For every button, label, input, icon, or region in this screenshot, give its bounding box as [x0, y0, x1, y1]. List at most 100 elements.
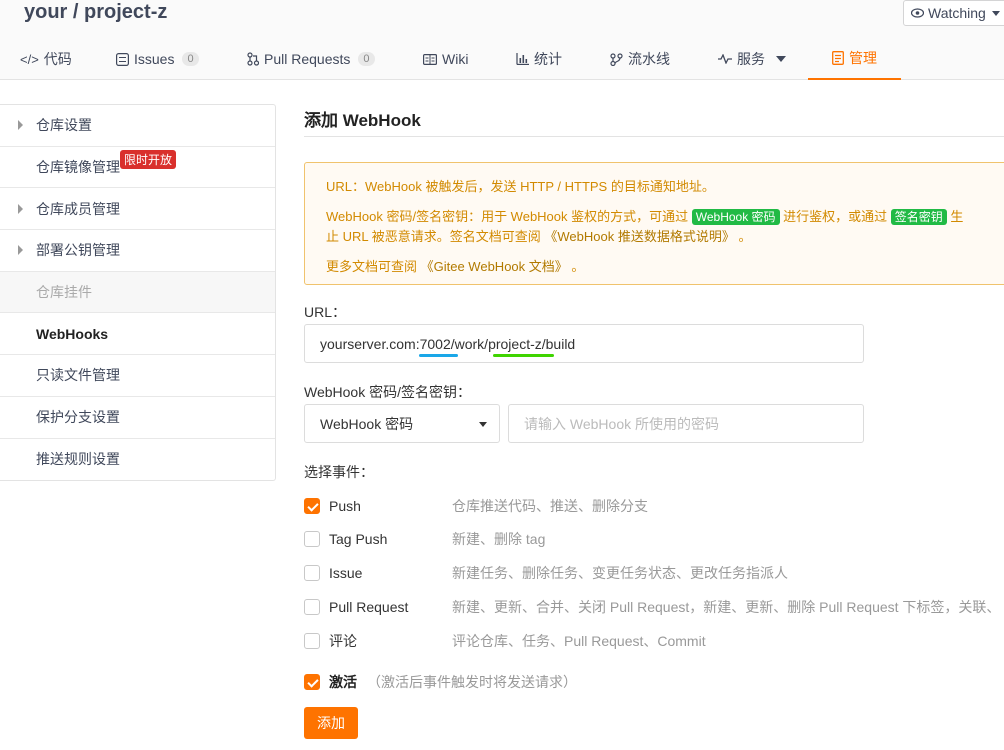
signature-tag: 签名密钥: [890, 209, 947, 225]
chevron-right-icon: [18, 120, 23, 131]
event-push[interactable]: Push 仓库推送代码、推送、删除分支: [304, 495, 1004, 517]
secret-label: WebHook 密码/签名密钥：: [304, 384, 471, 400]
event-desc: 新建、更新、合并、关闭 Pull Request，新建、更新、删除 Pull R…: [452, 599, 1001, 615]
project-annotation-underline: [493, 354, 554, 357]
notice-text: 进行鉴权，或通过: [779, 209, 891, 224]
chevron-down-icon: [479, 422, 487, 427]
tab-label: 统计: [534, 51, 562, 67]
tab-stats[interactable]: 统计: [516, 38, 562, 80]
tab-label: 流水线: [628, 51, 670, 67]
chevron-down-icon: [991, 10, 1000, 16]
sidebar-item-members[interactable]: 仓库成员管理: [0, 188, 275, 231]
notice-text: 更多文档可查阅: [326, 259, 421, 274]
repo-title[interactable]: your / project-z: [24, 1, 167, 24]
tab-label: Wiki: [442, 51, 469, 67]
event-name: 评论: [329, 633, 357, 649]
dropdown-caret-icon: [776, 56, 786, 62]
tab-services[interactable]: 服务: [718, 38, 786, 80]
sidebar-item-push-rules[interactable]: 推送规则设置: [0, 439, 275, 481]
chevron-right-icon: [18, 203, 23, 214]
notice-text: 。: [567, 259, 585, 274]
activate-row[interactable]: 激活 （激活后事件触发时将发送请求）: [304, 671, 1004, 693]
webhook-format-doc-link[interactable]: 《WebHook 推送数据格式说明》: [544, 229, 734, 244]
repo-tabs: </> 代码 Issues 0 Pull Requests 0 Wiki 统计 …: [0, 38, 1004, 80]
tab-pipeline[interactable]: 流水线: [610, 38, 670, 80]
event-issue[interactable]: Issue 新建任务、删除任务、变更任务状态、更改任务指派人: [304, 562, 1004, 584]
tab-code[interactable]: </> 代码: [20, 38, 72, 80]
repo-header: your / project-z Watching </> 代码 Issues …: [0, 0, 1004, 80]
gitee-webhook-doc-link[interactable]: 《Gitee WebHook 文档》: [421, 259, 568, 274]
event-desc: 评论仓库、任务、Pull Request、Commit: [452, 633, 706, 649]
webhook-notice: URL：WebHook 被触发后，发送 HTTP / HTTPS 的目标通知地址…: [304, 162, 1004, 285]
tab-label: Issues: [134, 51, 175, 67]
event-name: Tag Push: [329, 531, 388, 547]
tab-label: 管理: [849, 50, 877, 66]
tab-wiki[interactable]: Wiki: [423, 38, 468, 80]
watch-button[interactable]: Watching: [903, 0, 1004, 26]
event-name: Pull Request: [329, 599, 409, 615]
sidebar-item-label: 仓库挂件: [36, 284, 92, 301]
pull-request-icon: [247, 52, 259, 66]
sidebar-item-label: WebHooks: [36, 325, 109, 342]
secret-type-select[interactable]: WebHook 密码: [304, 404, 500, 443]
manage-icon: [832, 51, 844, 65]
sidebar-item-label: 仓库设置: [36, 117, 92, 134]
tab-manage[interactable]: 管理: [808, 38, 901, 80]
sidebar-item-label: 仓库成员管理: [36, 200, 120, 217]
event-pull-request[interactable]: Pull Request 新建、更新、合并、关闭 Pull Request，新建…: [304, 596, 1004, 618]
tab-label: 服务: [737, 51, 765, 67]
activate-label: 激活: [329, 674, 357, 690]
notice-more-docs: 更多文档可查阅 《Gitee WebHook 文档》 。: [326, 257, 1002, 276]
tab-label: Pull Requests: [264, 51, 351, 67]
pull-request-checkbox[interactable]: [304, 599, 320, 615]
watch-label: Watching: [928, 5, 986, 21]
secret-type-value: WebHook 密码: [320, 415, 414, 432]
notice-text: WebHook 密码/签名密钥：用于 WebHook 鉴权的方式，可通过: [326, 209, 692, 224]
sidebar-item-deploy-keys[interactable]: 部署公钥管理: [0, 230, 275, 272]
add-webhook-button[interactable]: 添加: [304, 707, 358, 739]
eye-icon: [911, 8, 924, 18]
sidebar-item-protected-branches[interactable]: 保护分支设置: [0, 397, 275, 439]
event-name: Push: [329, 498, 361, 514]
notice-text: 止 URL 被恶意请求。签名文档可查阅: [326, 229, 545, 244]
tab-pull-requests[interactable]: Pull Requests 0: [247, 38, 375, 80]
page-title: 添加 WebHook: [304, 111, 421, 130]
event-name: Issue: [329, 565, 363, 581]
tag-push-checkbox[interactable]: [304, 531, 320, 547]
tab-issues[interactable]: Issues 0: [116, 38, 199, 80]
url-input[interactable]: yourserver.com:7002/work/project-z/build: [304, 324, 864, 363]
notice-text: 生: [946, 209, 964, 224]
comment-checkbox[interactable]: [304, 633, 320, 649]
sidebar-item-webhooks[interactable]: WebHooks: [0, 313, 275, 356]
push-checkbox[interactable]: [304, 498, 320, 514]
sidebar-item-label: 推送规则设置: [36, 451, 120, 468]
limited-time-badge: 限时开放: [120, 149, 177, 169]
settings-sidebar: 仓库设置 仓库镜像管理 限时开放 仓库成员管理 部署公钥管理 仓库挂件 WebH…: [0, 104, 276, 482]
stats-icon: [516, 53, 529, 65]
event-desc: 新建任务、删除任务、变更任务状态、更改任务指派人: [452, 565, 788, 581]
sidebar-item-widgets[interactable]: 仓库挂件: [0, 271, 275, 314]
port-annotation-underline: [419, 354, 458, 357]
sidebar-item-mirror[interactable]: 仓库镜像管理 限时开放: [0, 147, 275, 189]
sidebar-item-repo-settings[interactable]: 仓库设置: [0, 105, 275, 147]
divider: [304, 136, 1004, 137]
chevron-right-icon: [18, 245, 23, 256]
sidebar-item-readonly-files[interactable]: 只读文件管理: [0, 355, 275, 397]
event-tag-push[interactable]: Tag Push 新建、删除 tag: [304, 528, 1004, 550]
issue-checkbox[interactable]: [304, 565, 320, 581]
sidebar-item-label: 仓库镜像管理: [36, 159, 120, 176]
event-desc: 仓库推送代码、推送、删除分支: [452, 498, 648, 514]
notice-url-text: URL：WebHook 被触发后，发送 HTTP / HTTPS 的目标通知地址…: [326, 179, 715, 194]
secret-input[interactable]: 请输入 WebHook 所使用的密码: [508, 404, 864, 443]
tab-label: 代码: [43, 51, 72, 67]
url-label: URL：: [304, 304, 347, 320]
notice-doc-text: 止 URL 被恶意请求。签名文档可查阅 《WebHook 推送数据格式说明》 。: [326, 227, 1002, 246]
sidebar-item-label: 保护分支设置: [36, 409, 120, 426]
sidebar-item-label: 部署公钥管理: [36, 242, 120, 259]
events-label: 选择事件：: [304, 464, 374, 480]
code-icon: </>: [20, 51, 39, 67]
activate-checkbox[interactable]: [304, 674, 320, 690]
event-comment[interactable]: 评论 评论仓库、任务、Pull Request、Commit: [304, 630, 1004, 652]
activate-hint: （激活后事件触发时将发送请求）: [367, 674, 577, 690]
password-tag: WebHook 密码: [691, 209, 780, 225]
